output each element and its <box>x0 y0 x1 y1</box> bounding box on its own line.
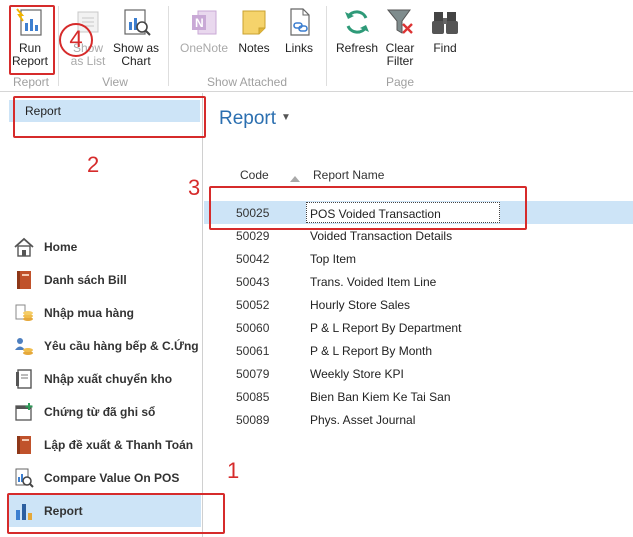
onenote-icon: N <box>188 6 220 38</box>
refresh-button[interactable]: Refresh <box>334 6 380 55</box>
table-row[interactable]: 50052 Hourly Store Sales <box>204 293 633 316</box>
row-code: 50061 <box>236 344 270 358</box>
clear-filter-label-2: Filter <box>386 54 414 68</box>
onenote-button[interactable]: N OneNote <box>176 6 232 55</box>
book-icon <box>13 269 35 291</box>
calendar-add-icon <box>13 401 35 423</box>
nav-item-label: Compare Value On POS <box>44 470 180 485</box>
nav-item-label: Nhập xuất chuyển kho <box>44 371 173 386</box>
people-coins-icon <box>13 335 35 357</box>
refresh-label: Refresh <box>335 41 379 55</box>
chart-icon <box>120 6 152 38</box>
row-name: Bien Ban Kiem Ke Tai San <box>310 390 451 404</box>
onenote-label: OneNote <box>179 41 229 55</box>
row-code: 50052 <box>236 298 270 312</box>
row-name: Phys. Asset Journal <box>310 413 416 427</box>
title-dropdown-caret-icon[interactable]: ▼ <box>281 112 291 123</box>
book-icon <box>13 434 35 456</box>
find-label: Find <box>433 41 457 55</box>
row-name: Weekly Store KPI <box>310 367 404 381</box>
row-name: Top Item <box>310 252 357 266</box>
notes-icon <box>238 6 270 38</box>
column-header-report-name[interactable]: Report Name <box>313 168 384 182</box>
row-code: 50085 <box>236 390 270 404</box>
ribbon-separator <box>168 6 169 86</box>
sort-ascending-icon <box>290 176 300 182</box>
table-row[interactable]: 50089 Phys. Asset Journal <box>204 408 633 431</box>
group-label-show-attached: Show Attached <box>206 75 288 89</box>
nav-item-nhap-xuat-chuyen-kho[interactable]: Nhập xuất chuyển kho <box>9 362 201 395</box>
show-as-chart-button[interactable]: Show as Chart <box>112 6 160 68</box>
clear-filter-icon <box>384 6 416 38</box>
nav-item-chung-tu-da-ghi-so[interactable]: Chứng từ đã ghi sổ <box>9 395 201 428</box>
nav-item-danh-sach-bill[interactable]: Danh sách Bill <box>9 263 201 296</box>
row-code: 50089 <box>236 413 270 427</box>
nav-item-compare-value-on-pos[interactable]: Compare Value On POS <box>9 461 201 494</box>
annotation-number-2: 2 <box>87 152 100 177</box>
table-row[interactable]: 50061 P & L Report By Month <box>204 339 633 362</box>
show-as-chart-label-2: Chart <box>121 54 151 68</box>
column-header-code[interactable]: Code <box>240 168 269 182</box>
nav-item-yeu-cau-hang-bep[interactable]: Yêu cầu hàng bếp & C.Ứng <box>9 329 201 362</box>
table-row[interactable]: 50042 Top Item <box>204 247 633 270</box>
find-button[interactable]: Find <box>428 6 462 55</box>
row-code: 50079 <box>236 367 270 381</box>
page-title: Report <box>219 108 277 129</box>
compare-search-icon <box>13 467 35 489</box>
group-label-page: Page <box>385 75 415 89</box>
nav-item-label: Nhập mua hàng <box>44 305 135 320</box>
clear-filter-button[interactable]: Clear Filter <box>382 6 418 68</box>
nav-item-nhap-mua-hang[interactable]: Nhập mua hàng <box>9 296 201 329</box>
table-row[interactable]: 50079 Weekly Store KPI <box>204 362 633 385</box>
annotation-box-report-nav <box>7 493 225 534</box>
row-code: 50043 <box>236 275 270 289</box>
clear-filter-label-1: Clear <box>385 41 415 55</box>
links-label: Links <box>284 41 313 55</box>
annotation-box-selected-row <box>209 186 527 230</box>
group-label-report: Report <box>12 75 50 89</box>
row-name: Trans. Voided Item Line <box>310 275 437 289</box>
ribbon-separator <box>326 6 327 86</box>
row-name: P & L Report By Month <box>310 344 433 358</box>
annotation-box-report-section <box>13 96 206 138</box>
row-code: 50042 <box>236 252 270 266</box>
row-name: P & L Report By Department <box>310 321 462 335</box>
nav-item-label: Danh sách Bill <box>44 272 127 287</box>
nav-item-lap-de-xuat[interactable]: Lập đề xuất & Thanh Toán <box>9 428 201 461</box>
ribbon: Run Report Report Show as List Show as C… <box>0 0 633 92</box>
nav-item-label: Yêu cầu hàng bếp & C.Ứng <box>44 338 199 353</box>
home-icon <box>13 236 35 258</box>
ribbon-separator <box>58 6 59 86</box>
binoculars-icon <box>429 6 461 38</box>
row-name: Hourly Store Sales <box>310 298 411 312</box>
row-code: 50060 <box>236 321 270 335</box>
nav-item-label: Home <box>44 239 78 254</box>
svg-text:N: N <box>195 16 204 30</box>
notes-button[interactable]: Notes <box>234 6 274 55</box>
notes-label: Notes <box>238 41 270 55</box>
show-as-chart-label-1: Show as <box>112 41 160 55</box>
table-row[interactable]: 50043 Trans. Voided Item Line <box>204 270 633 293</box>
nav-item-label: Chứng từ đã ghi sổ <box>44 404 156 419</box>
annotation-number-1: 1 <box>227 458 240 483</box>
nav-item-home[interactable]: Home <box>9 230 201 263</box>
table-row[interactable]: 50085 Bien Ban Kiem Ke Tai San <box>204 385 633 408</box>
coins-icon <box>13 302 35 324</box>
refresh-icon <box>341 6 373 38</box>
annotation-number-3: 3 <box>188 175 201 200</box>
annotation-box-run-report <box>9 5 55 75</box>
row-name: Voided Transaction Details <box>310 229 453 243</box>
link-icon <box>283 6 315 38</box>
group-label-view: View <box>102 75 128 89</box>
row-code: 50029 <box>236 229 270 243</box>
links-button[interactable]: Links <box>280 6 318 55</box>
ledger-icon <box>13 368 35 390</box>
annotation-number-4: 4 <box>59 23 93 57</box>
table-row[interactable]: 50060 P & L Report By Department <box>204 316 633 339</box>
nav-item-label: Lập đề xuất & Thanh Toán <box>44 437 194 452</box>
